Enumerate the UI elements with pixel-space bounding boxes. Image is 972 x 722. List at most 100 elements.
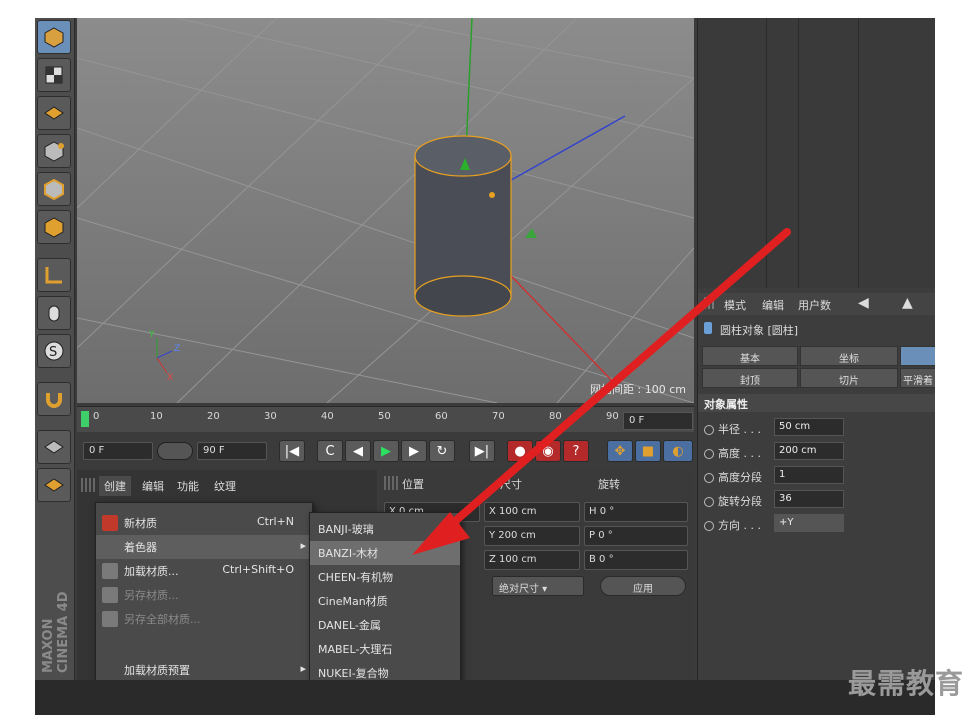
animate-toggle-icon[interactable] xyxy=(704,449,714,459)
timeline-ruler[interactable]: 0 10 20 30 40 50 60 70 80 90 xyxy=(77,406,694,432)
lock-workplane-icon[interactable] xyxy=(37,430,71,464)
start-frame-field[interactable]: 0 F xyxy=(83,442,153,460)
rotate-key-icon[interactable]: ◐ xyxy=(663,440,693,462)
polygons-mode-icon[interactable] xyxy=(37,210,71,244)
cube-mode-icon[interactable] xyxy=(37,20,71,54)
menu-item-label: 着色器 xyxy=(124,541,157,554)
svg-text:S: S xyxy=(49,345,57,360)
property-label: 高度 . . . xyxy=(718,447,761,460)
tab-coord[interactable]: 坐标 xyxy=(800,346,898,366)
rot-h-field[interactable]: H 0 ° xyxy=(584,502,688,522)
property-value-field[interactable]: 1 xyxy=(774,466,844,484)
apply-button[interactable]: 应用 xyxy=(600,576,686,596)
axis-y-label: Y xyxy=(149,330,155,340)
menu-item[interactable]: 加载材质预置 ▸ xyxy=(96,658,312,682)
points-mode-icon[interactable] xyxy=(37,134,71,168)
property-label: 高度分段 xyxy=(718,471,762,484)
grid-spacing-label: 网格间距 : 100 cm xyxy=(590,383,686,396)
tab-phong[interactable]: 平滑着 xyxy=(900,368,935,388)
current-frame-field[interactable]: 0 F xyxy=(623,412,693,430)
back-arrow-icon[interactable]: ◀ xyxy=(858,295,869,311)
transport-bar: 0 F 90 F |◀ C ◀ ▶ ▶ ↻ ▶| ● ◉ ? ✥ ■ ◐ xyxy=(77,436,694,466)
size-y-field[interactable]: Y 200 cm xyxy=(484,526,580,546)
submenu-item[interactable]: CHEEN-有机物 xyxy=(310,565,460,589)
menu-user-data[interactable]: 用户数 xyxy=(798,297,831,313)
property-label: 旋转分段 xyxy=(718,495,762,508)
panel-grip-icon xyxy=(384,476,398,490)
timeline-tick: 0 xyxy=(93,411,100,422)
size-y-value: 200 cm xyxy=(498,530,536,541)
end-frame-field[interactable]: 90 F xyxy=(197,442,267,460)
next-frame-icon[interactable]: ▶ xyxy=(401,440,427,462)
size-header: 尺寸 xyxy=(500,478,522,491)
maxon-logo: MAXON CINEMA 4D xyxy=(41,591,71,674)
playhead[interactable] xyxy=(81,411,89,427)
property-value-field[interactable]: 50 cm xyxy=(774,418,844,436)
animate-toggle-icon[interactable] xyxy=(704,497,714,507)
submenu-item[interactable]: DANEL-金属 xyxy=(310,613,460,637)
move-key-icon[interactable]: ✥ xyxy=(607,440,633,462)
size-z-field[interactable]: Z 100 cm xyxy=(484,550,580,570)
go-to-end-icon[interactable]: ▶| xyxy=(469,440,495,462)
submenu-item[interactable]: BANJI-玻璃 xyxy=(310,517,460,541)
property-value-field[interactable]: +Y xyxy=(774,514,844,532)
size-z-value: 100 cm xyxy=(499,554,537,565)
play-icon[interactable]: ▶ xyxy=(373,440,399,462)
tab-slice[interactable]: 切片 xyxy=(800,368,898,388)
timeline-tick: 60 xyxy=(435,411,448,422)
scale-key-icon[interactable]: ■ xyxy=(635,440,661,462)
frame-range-slider[interactable] xyxy=(157,442,193,460)
texture-mode-icon[interactable] xyxy=(37,58,71,92)
prev-frame-icon[interactable]: ◀ xyxy=(345,440,371,462)
planar-workplane-icon[interactable] xyxy=(37,468,71,502)
tweak-mode-icon[interactable] xyxy=(37,296,71,330)
menu-item: 另存材质... xyxy=(96,583,312,607)
tab-function[interactable]: 功能 xyxy=(172,476,204,496)
snap-icon[interactable]: S xyxy=(37,334,71,368)
workplane-icon[interactable] xyxy=(37,96,71,130)
property-value-field[interactable]: 36 xyxy=(774,490,844,508)
watermark: 最需教育 xyxy=(847,667,964,700)
tab-texture[interactable]: 纹理 xyxy=(209,476,241,496)
tab-create[interactable]: 创建 xyxy=(99,476,131,496)
submenu-item[interactable]: CineMan材质 xyxy=(310,589,460,613)
tab-caps[interactable]: 封顶 xyxy=(702,368,798,388)
panel-grip-icon xyxy=(704,297,716,309)
prev-key-icon[interactable]: C xyxy=(317,440,343,462)
record-icon[interactable]: ● xyxy=(507,440,533,462)
axis-mode-icon[interactable] xyxy=(37,258,71,292)
autokey-icon[interactable]: ◉ xyxy=(535,440,561,462)
timeline-tick: 90 xyxy=(606,411,619,422)
go-to-start-icon[interactable]: |◀ xyxy=(279,440,305,462)
timeline-tick: 40 xyxy=(321,411,334,422)
edges-mode-icon[interactable] xyxy=(37,172,71,206)
menu-item[interactable]: 着色器 ▸ xyxy=(96,535,312,559)
menu-item[interactable]: 新材质 Ctrl+N xyxy=(96,511,312,535)
tab-object[interactable] xyxy=(900,346,935,366)
help-icon[interactable]: ? xyxy=(563,440,589,462)
size-x-field[interactable]: X 100 cm xyxy=(484,502,580,522)
size-mode-dropdown[interactable]: 绝对尺寸 ▾ xyxy=(492,576,584,596)
animate-toggle-icon[interactable] xyxy=(704,425,714,435)
menu-item-label: 加载材质预置 xyxy=(124,664,190,677)
magnet-icon[interactable] xyxy=(37,382,71,416)
rot-b-field[interactable]: B 0 ° xyxy=(584,550,688,570)
next-key-icon[interactable]: ↻ xyxy=(429,440,455,462)
submenu-item[interactable]: MABEL-大理石 xyxy=(310,637,460,661)
timeline-tick: 50 xyxy=(378,411,391,422)
rot-p-field[interactable]: P 0 ° xyxy=(584,526,688,546)
up-arrow-icon[interactable]: ▲ xyxy=(902,295,913,311)
property-row: 高度分段 xyxy=(704,469,762,485)
3d-viewport[interactable]: Y Z X 网格间距 : 100 cm xyxy=(77,18,694,403)
submenu-arrow-icon: ▸ xyxy=(300,539,306,552)
submenu-item[interactable]: BANZI-木材 xyxy=(310,541,460,565)
tab-edit[interactable]: 编辑 xyxy=(137,476,169,496)
animate-toggle-icon[interactable] xyxy=(704,473,714,483)
animate-toggle-icon[interactable] xyxy=(704,521,714,531)
property-value-field[interactable]: 200 cm xyxy=(774,442,844,460)
menu-item-shortcut: Ctrl+Shift+O xyxy=(222,563,294,576)
tab-basic[interactable]: 基本 xyxy=(702,346,798,366)
menu-item[interactable]: 加载材质... Ctrl+Shift+O xyxy=(96,559,312,583)
menu-edit[interactable]: 编辑 xyxy=(762,297,784,313)
menu-mode[interactable]: 模式 xyxy=(724,297,746,313)
